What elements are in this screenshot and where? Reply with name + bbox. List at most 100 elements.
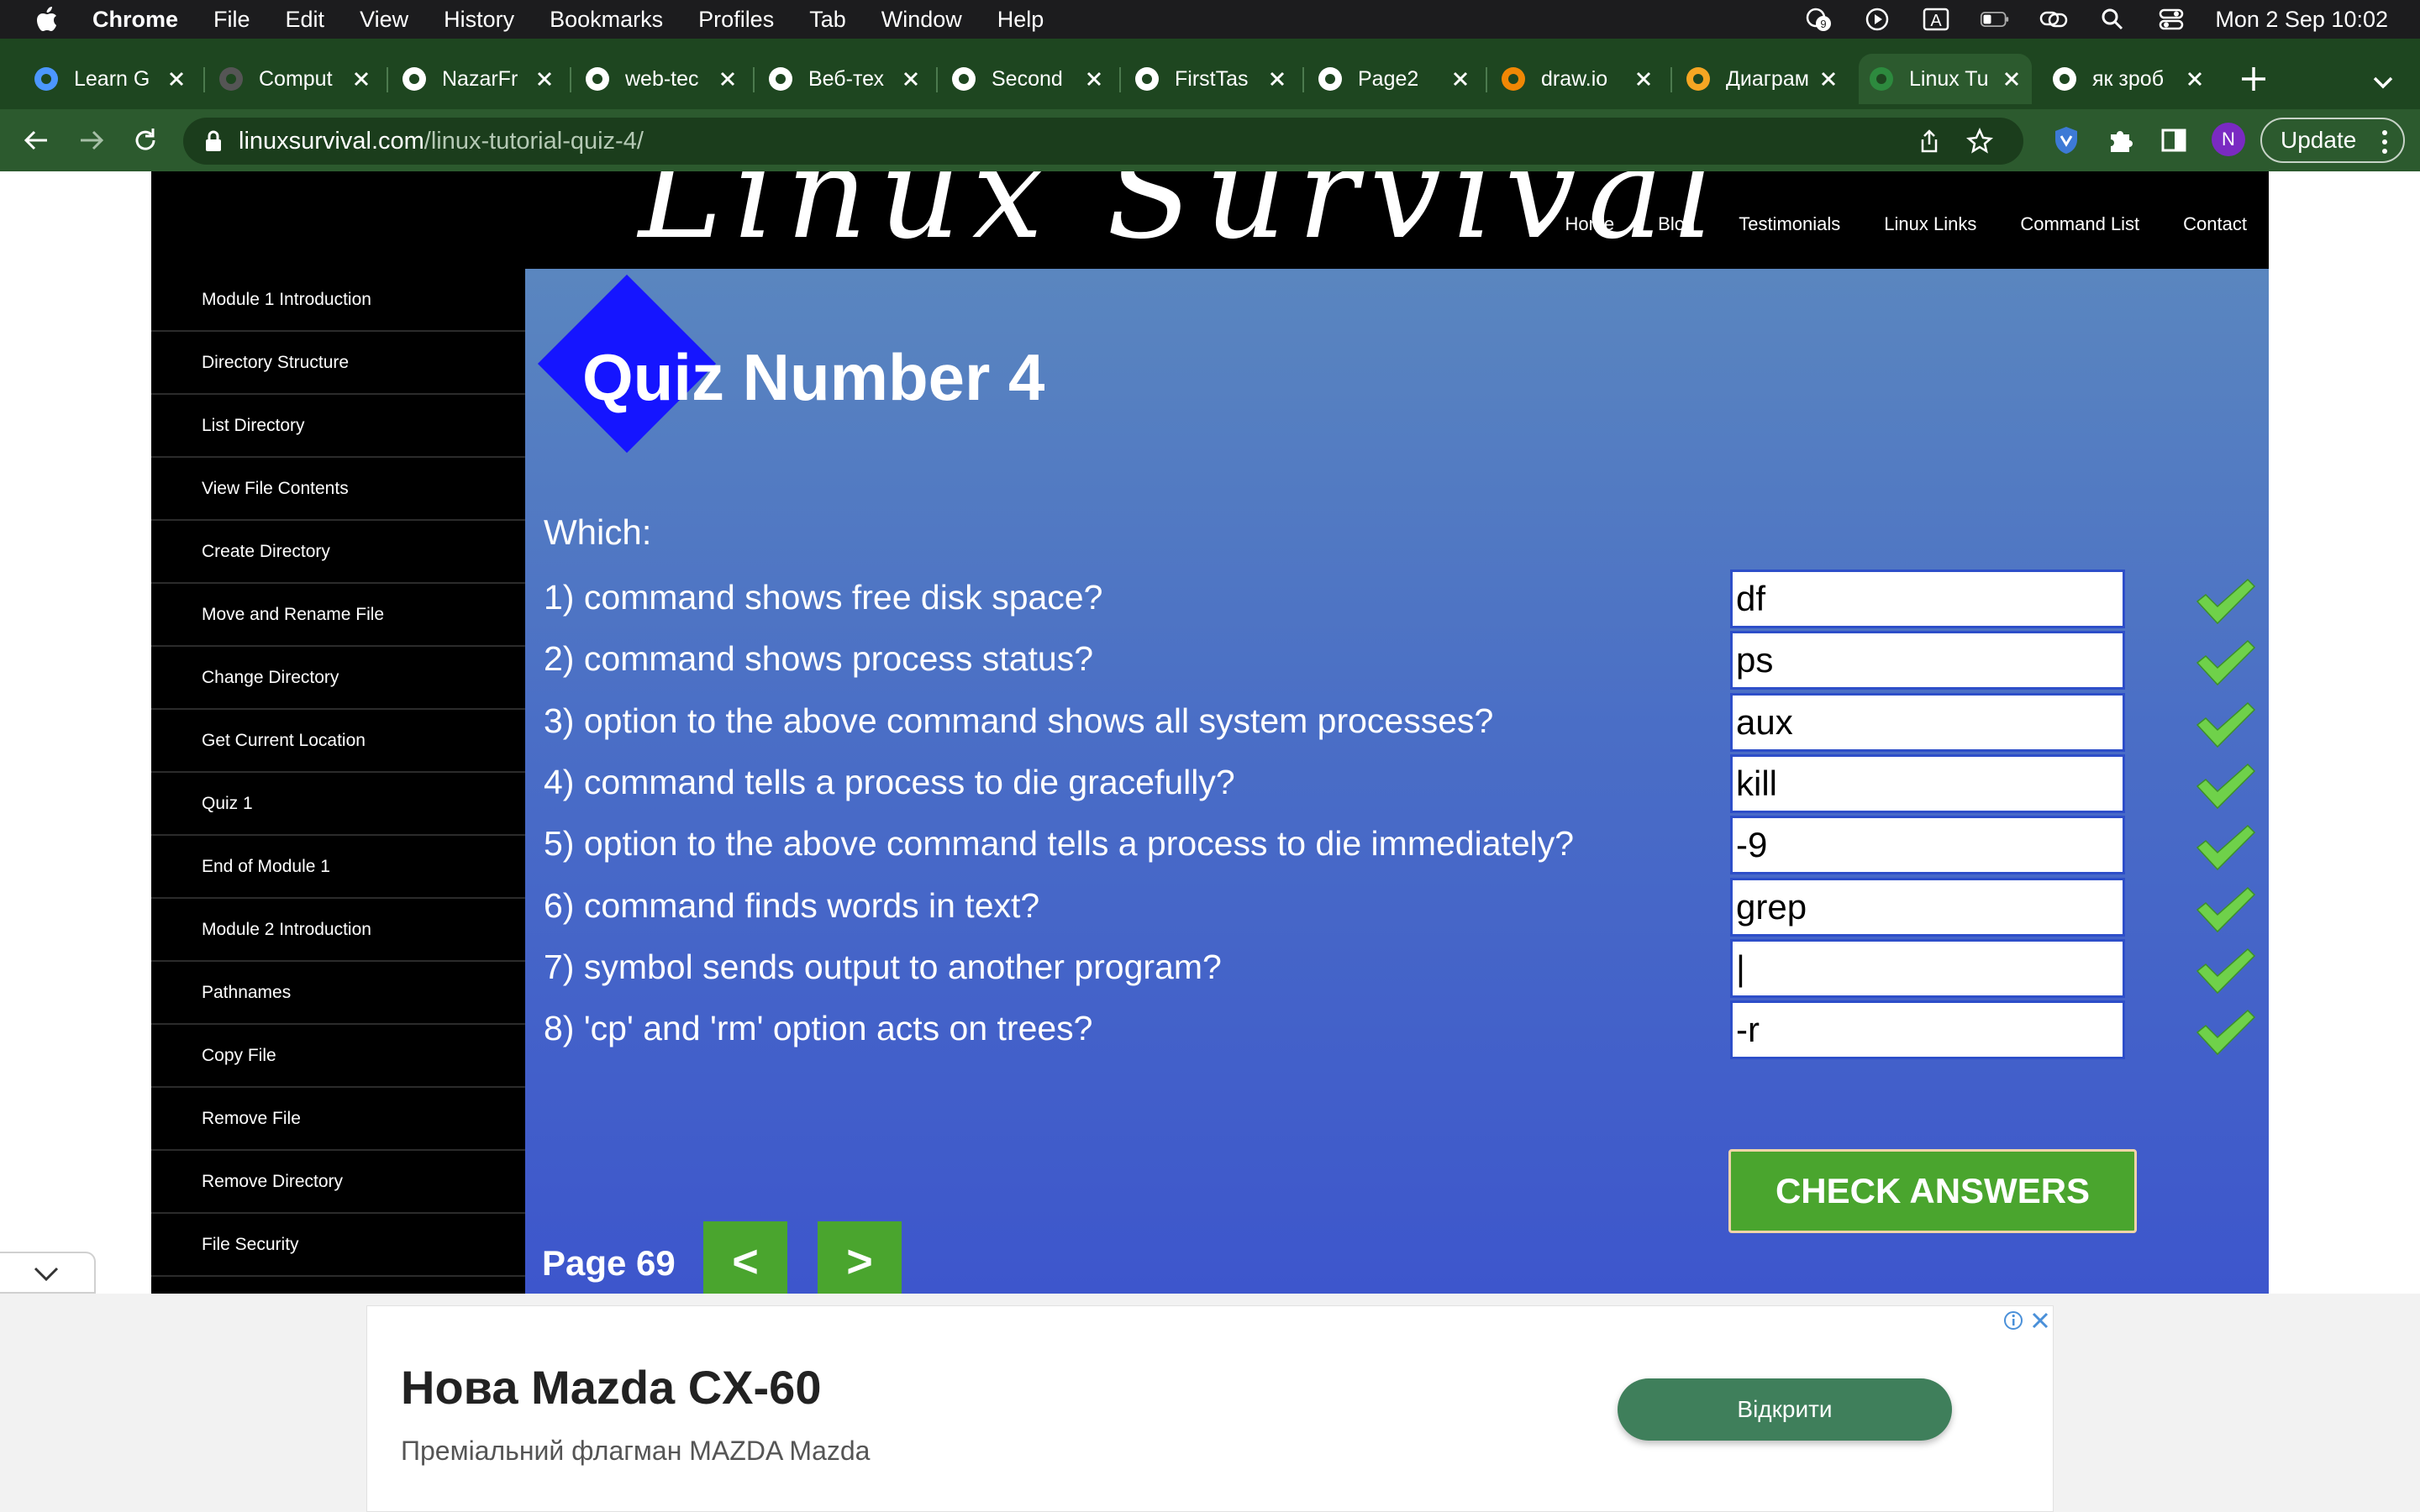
tab-close-icon[interactable]: [1818, 69, 1839, 89]
browser-tab[interactable]: як зроб: [2042, 54, 2215, 104]
tab-close-icon[interactable]: [2002, 69, 2022, 89]
menu-file[interactable]: File: [213, 7, 250, 33]
extension-shield-icon[interactable]: [2050, 124, 2082, 156]
bookmark-star-icon[interactable]: [1966, 127, 1993, 155]
forward-arrow-icon[interactable]: [76, 124, 108, 156]
reload-icon[interactable]: [129, 124, 161, 156]
sidebar-item[interactable]: Move and Rename File: [151, 584, 525, 647]
tab-close-icon[interactable]: [1450, 69, 1470, 89]
tab-separator: [936, 67, 938, 92]
tab-close-icon[interactable]: [2185, 69, 2205, 89]
update-button[interactable]: Update: [2260, 118, 2405, 163]
address-bar[interactable]: linuxsurvival.com/linux-tutorial-quiz-4/: [183, 118, 2023, 165]
new-tab-plus-icon[interactable]: [2237, 62, 2270, 96]
tab-close-icon[interactable]: [1267, 69, 1287, 89]
browser-tab[interactable]: Second: [941, 54, 1114, 104]
prev-page-button[interactable]: <: [703, 1221, 787, 1294]
apple-menu-icon[interactable]: [34, 6, 60, 33]
tab-title: Linux Tu: [1909, 66, 1989, 91]
answer-input[interactable]: [1730, 693, 2125, 752]
menu-tab[interactable]: Tab: [809, 7, 846, 33]
spotlight-search-icon[interactable]: [2097, 7, 2128, 32]
side-panel-icon[interactable]: [2158, 124, 2190, 156]
url-text[interactable]: linuxsurvival.com/linux-tutorial-quiz-4/: [239, 128, 644, 155]
tab-close-icon[interactable]: [166, 69, 187, 89]
nav-command-list-link[interactable]: Command List: [2020, 213, 2139, 235]
menu-bookmarks[interactable]: Bookmarks: [550, 7, 663, 33]
tab-close-icon[interactable]: [1634, 69, 1654, 89]
tab-close-icon[interactable]: [534, 69, 555, 89]
play-icon[interactable]: [1862, 7, 1892, 32]
ad-title[interactable]: Нова Mazda CX-60: [401, 1360, 821, 1415]
ad-info-icon[interactable]: [2002, 1310, 2024, 1331]
sidebar-item[interactable]: Pathnames: [151, 962, 525, 1025]
browser-tab[interactable]: web-tec: [575, 54, 748, 104]
sidebar-item[interactable]: List Directory: [151, 395, 525, 458]
browser-tab[interactable]: Веб-тех: [758, 54, 931, 104]
nav-contact-link[interactable]: Contact: [2183, 213, 2247, 235]
battery-icon[interactable]: [1980, 7, 2010, 32]
nav-testimonials-link[interactable]: Testimonials: [1739, 213, 1840, 235]
tab-close-icon[interactable]: [1084, 69, 1104, 89]
menubar-clock[interactable]: Mon 2 Sep 10:02: [2215, 7, 2388, 33]
sidebar-item[interactable]: Remove Directory: [151, 1151, 525, 1214]
menu-app-name[interactable]: Chrome: [92, 7, 178, 33]
menu-profiles[interactable]: Profiles: [698, 7, 774, 33]
back-arrow-icon[interactable]: [20, 124, 52, 156]
answer-input[interactable]: [1730, 816, 2125, 874]
control-center-icon[interactable]: [2156, 7, 2186, 32]
browser-tab[interactable]: Диаграм: [1676, 54, 1849, 104]
menu-history[interactable]: History: [444, 7, 514, 33]
check-answers-button[interactable]: CHECK ANSWERS: [1728, 1149, 2137, 1233]
answer-input[interactable]: [1730, 570, 2125, 628]
sidebar-item[interactable]: Quiz 1: [151, 773, 525, 836]
sidebar-item[interactable]: Create Directory: [151, 521, 525, 584]
nav-linux-links-link[interactable]: Linux Links: [1884, 213, 1976, 235]
sidebar-item[interactable]: Get Current Location: [151, 710, 525, 773]
sidebar-item[interactable]: Copy File: [151, 1025, 525, 1088]
sidebar-item[interactable]: Change Directory: [151, 647, 525, 710]
ad-open-button[interactable]: Відкрити: [1618, 1378, 1952, 1441]
browser-tab[interactable]: NazarFr: [392, 54, 565, 104]
input-source-icon[interactable]: A: [1921, 7, 1951, 32]
collapse-toggle[interactable]: [0, 1252, 96, 1294]
browser-tab[interactable]: Learn G: [24, 54, 197, 104]
site-logo-cropped[interactable]: Linux Survival: [639, 171, 1727, 267]
sidebar-item[interactable]: File Security: [151, 1214, 525, 1277]
nav-blog-link[interactable]: Blog: [1658, 213, 1695, 235]
next-page-button[interactable]: >: [818, 1221, 902, 1294]
lock-icon[interactable]: [202, 129, 225, 153]
ad-close-icon[interactable]: [2029, 1310, 2051, 1331]
sidebar-item[interactable]: Module 2 Introduction: [151, 899, 525, 962]
tab-close-icon[interactable]: [901, 69, 921, 89]
sidebar-item[interactable]: View File Contents: [151, 458, 525, 521]
sidebar-item[interactable]: Remove File: [151, 1088, 525, 1151]
profile-avatar[interactable]: N: [2212, 123, 2245, 156]
screen-mirroring-icon[interactable]: [2039, 7, 2069, 32]
answer-input[interactable]: [1730, 939, 2125, 998]
sidebar-item[interactable]: Directory Structure: [151, 332, 525, 395]
menu-edit[interactable]: Edit: [286, 7, 325, 33]
menu-view[interactable]: View: [360, 7, 408, 33]
nav-home-link[interactable]: Home: [1565, 213, 1614, 235]
answer-input[interactable]: [1730, 631, 2125, 690]
menu-window[interactable]: Window: [881, 7, 962, 33]
notification-badge-icon[interactable]: 9: [1803, 7, 1833, 32]
sidebar-item[interactable]: End of Module 1: [151, 836, 525, 899]
sidebar-item[interactable]: Module 1 Introduction: [151, 269, 525, 332]
menu-help[interactable]: Help: [997, 7, 1044, 33]
tab-close-icon[interactable]: [351, 69, 371, 89]
browser-tab[interactable]: Page2: [1307, 54, 1481, 104]
browser-tab[interactable]: Linux Tu: [1859, 54, 2032, 104]
browser-tab[interactable]: draw.io: [1491, 54, 1664, 104]
tab-search-chevron-down-icon[interactable]: [2368, 67, 2398, 97]
tab-close-icon[interactable]: [718, 69, 738, 89]
browser-tab[interactable]: Comput: [208, 54, 381, 104]
answer-input[interactable]: [1730, 754, 2125, 813]
extensions-puzzle-icon[interactable]: [2104, 124, 2136, 156]
browser-tab[interactable]: FirstTas: [1124, 54, 1297, 104]
answer-input[interactable]: [1730, 878, 2125, 937]
answer-input[interactable]: [1730, 1000, 2125, 1059]
ad-card[interactable]: Нова Mazda CX-60 Преміальний флагман MAZ…: [366, 1305, 2054, 1512]
share-icon[interactable]: [1916, 128, 1943, 155]
